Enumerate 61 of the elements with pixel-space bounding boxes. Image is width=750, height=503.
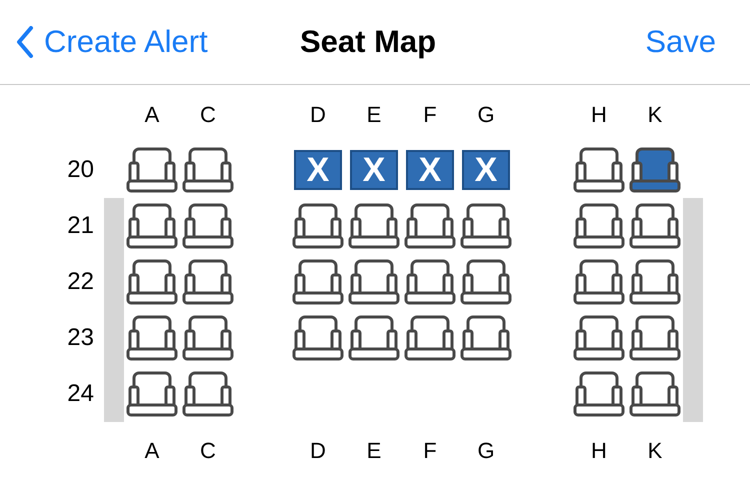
seat-icon[interactable] (629, 147, 681, 193)
seat-icon[interactable] (292, 203, 344, 249)
column-letter: K (648, 100, 662, 128)
column-letter: C (200, 436, 216, 464)
save-button[interactable]: Save (645, 18, 734, 66)
seat-icon[interactable] (126, 315, 178, 361)
seat-icon[interactable] (292, 315, 344, 361)
seat-icon[interactable] (573, 203, 625, 249)
seat-icon[interactable] (182, 203, 234, 249)
column-letter: F (423, 100, 437, 128)
chevron-left-icon (16, 26, 34, 58)
seat-icon[interactable] (460, 259, 512, 305)
seat-icon[interactable] (573, 315, 625, 361)
seat-icon[interactable] (404, 315, 456, 361)
row-number: 24 (66, 379, 95, 409)
seat-icon[interactable] (126, 259, 178, 305)
seat-icon[interactable] (404, 203, 456, 249)
back-button[interactable]: Create Alert (16, 18, 208, 66)
seat-icon[interactable] (182, 147, 234, 193)
seat-icon[interactable] (629, 203, 681, 249)
occupied-seat[interactable]: X (462, 150, 510, 190)
row-number: 21 (66, 211, 95, 241)
column-letter: G (477, 436, 495, 464)
screen-title: Seat Map (300, 22, 436, 61)
seat-icon[interactable] (573, 147, 625, 193)
seat-icon[interactable] (573, 371, 625, 417)
seat-icon[interactable] (629, 371, 681, 417)
seat-icon[interactable] (126, 371, 178, 417)
seat-icon[interactable] (126, 203, 178, 249)
seat-icon[interactable] (182, 259, 234, 305)
column-letter: A (144, 436, 160, 464)
seat-icon[interactable] (126, 147, 178, 193)
seat-icon[interactable] (182, 371, 234, 417)
column-letter: K (648, 436, 662, 464)
occupied-seat[interactable]: X (350, 150, 398, 190)
seat-icon[interactable] (292, 259, 344, 305)
seat-icon[interactable] (348, 203, 400, 249)
column-letter: D (310, 100, 326, 128)
seat-icon[interactable] (348, 259, 400, 305)
occupied-seat[interactable]: X (406, 150, 454, 190)
seat-icon[interactable] (460, 315, 512, 361)
seat-icon[interactable] (629, 315, 681, 361)
column-letter: A (144, 100, 160, 128)
column-letter: H (591, 436, 607, 464)
seat-icon[interactable] (629, 259, 681, 305)
seat-icon[interactable] (182, 315, 234, 361)
seat-icon[interactable] (348, 315, 400, 361)
row-number: 20 (66, 155, 95, 185)
seat-icon[interactable] (404, 259, 456, 305)
seat-icon[interactable] (460, 203, 512, 249)
row-number: 23 (66, 323, 95, 353)
seat-icon[interactable] (573, 259, 625, 305)
column-letter: F (423, 436, 437, 464)
row-number: 22 (66, 267, 95, 297)
column-letter: C (200, 100, 216, 128)
column-letter: G (477, 100, 495, 128)
column-letter: E (366, 436, 382, 464)
column-letter: E (366, 100, 382, 128)
occupied-seat[interactable]: X (294, 150, 342, 190)
column-letter: D (310, 436, 326, 464)
column-letter: H (591, 100, 607, 128)
